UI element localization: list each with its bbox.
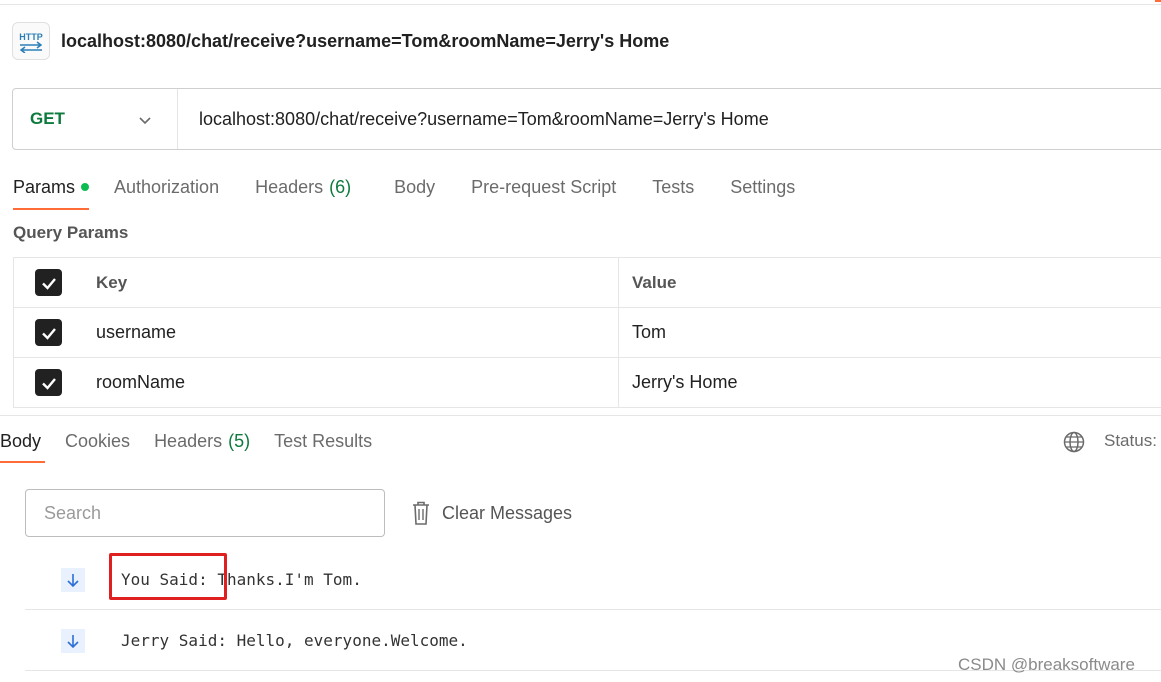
response-tab-headers[interactable]: Headers (5) [154,422,250,460]
param-key[interactable]: roomName [83,358,619,407]
tab-label: Cookies [65,430,131,451]
url-input[interactable]: localhost:8080/chat/receive?username=Tom… [199,109,769,130]
message-text: Jerry Said: Hello, everyone.Welcome. [121,631,468,650]
tab-pre-request-script[interactable]: Pre-request Script [471,168,616,206]
table-row: username Tom [14,308,1161,358]
trash-icon [413,501,429,525]
check-icon [41,327,56,340]
params-active-dot [81,183,90,191]
tab-label: Authorization [114,176,220,197]
search-input[interactable] [25,489,385,537]
params-table: Key Value username Tom roomName Jerry's … [13,257,1161,408]
row-checkbox[interactable] [35,319,62,346]
response-tabs: Body Cookies Headers (5) Test Results [0,422,372,463]
response-divider[interactable] [0,415,1161,416]
response-tab-test-results[interactable]: Test Results [274,422,372,460]
response-tab-cookies[interactable]: Cookies [65,422,130,460]
tab-label: Pre-request Script [471,176,617,197]
query-params-title: Query Params [13,223,129,242]
key-column-header: Key [83,258,619,307]
status-label: Status: [1104,431,1157,450]
tab-body[interactable]: Body [394,168,435,206]
svg-text:HTTP: HTTP [19,32,43,42]
clear-messages-button[interactable]: Clear Messages [410,498,572,528]
http-icon: HTTP [12,22,50,60]
arrow-down-icon [61,629,85,653]
highlight-box [109,553,227,600]
row-check-cell [14,358,83,407]
tab-label: Body [0,430,42,451]
tab-settings[interactable]: Settings [730,168,795,206]
param-value[interactable]: Tom [619,308,1161,357]
method-select[interactable]: GET [13,89,178,149]
request-tabs: Params Authorization Headers (6) Body Pr… [13,168,795,210]
param-key[interactable]: username [83,308,619,357]
watermark: CSDN @breaksoftware [958,655,1135,674]
tab-params[interactable]: Params [13,168,90,210]
response-tab-body[interactable]: Body [0,422,46,463]
globe-icon[interactable] [1062,430,1086,454]
method-label: GET [30,109,65,128]
row-checkbox[interactable] [35,369,62,396]
request-title[interactable]: localhost:8080/chat/receive?username=Tom… [61,31,669,52]
check-icon [41,377,56,390]
row-check-cell [14,308,83,357]
select-all-checkbox[interactable] [35,269,62,296]
tab-label: Params [13,176,76,197]
tab-count: (5) [228,430,251,451]
value-column-header: Value [632,272,677,292]
tab-label: Test Results [274,430,373,451]
tab-authorization[interactable]: Authorization [114,168,219,206]
tab-label: Settings [730,176,796,197]
tab-count: (6) [329,176,352,197]
request-header: HTTP localhost:8080/chat/receive?usernam… [12,21,669,61]
table-row: roomName Jerry's Home [14,358,1161,408]
tab-label: Body [394,176,436,197]
tab-label: Headers [255,176,324,197]
tab-label: Headers [154,430,223,451]
tab-headers[interactable]: Headers (6) [255,168,351,206]
top-accent [1155,0,1161,2]
tab-tests[interactable]: Tests [652,168,694,206]
check-icon [41,277,56,290]
table-header-row: Key Value [14,258,1161,308]
select-all-cell [14,258,83,307]
clear-messages-label: Clear Messages [442,502,573,523]
url-bar: GET localhost:8080/chat/receive?username… [12,88,1161,150]
top-divider [0,0,1161,5]
tab-label: Tests [652,176,695,197]
arrow-down-icon [61,568,85,592]
param-value[interactable]: Jerry's Home [619,358,1161,407]
chevron-down-icon [139,117,151,125]
